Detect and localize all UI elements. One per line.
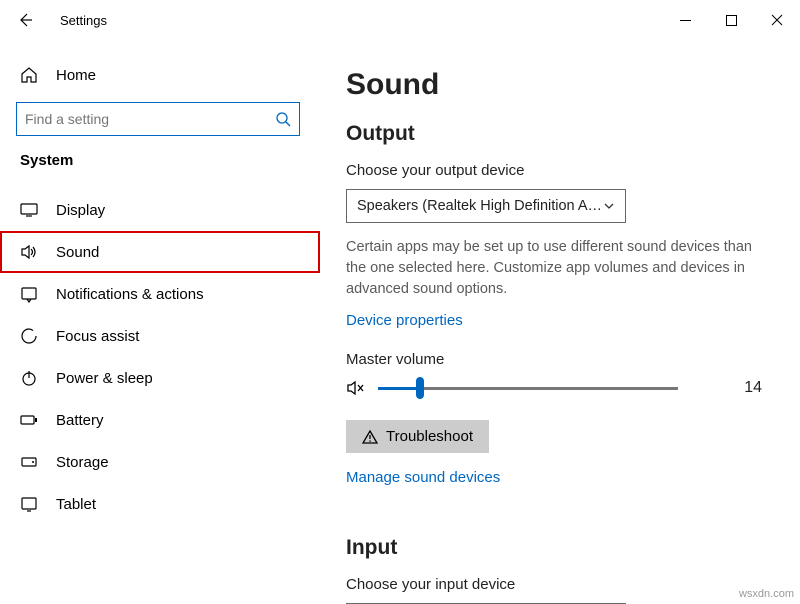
warning-icon xyxy=(362,429,378,445)
display-icon xyxy=(20,201,38,219)
close-icon xyxy=(771,14,783,26)
master-volume-label: Master volume xyxy=(346,351,762,368)
search-input[interactable] xyxy=(25,111,275,127)
page-title: Sound xyxy=(346,68,762,102)
home-icon xyxy=(20,66,38,84)
sidebar-item-label: Power & sleep xyxy=(56,370,153,387)
sidebar-item-storage[interactable]: Storage xyxy=(0,441,320,483)
home-label: Home xyxy=(56,67,96,84)
chevron-down-icon xyxy=(603,200,615,212)
sidebar-item-label: Notifications & actions xyxy=(56,286,204,303)
device-properties-link[interactable]: Device properties xyxy=(346,312,463,329)
home-link[interactable]: Home xyxy=(0,58,320,92)
sidebar-item-label: Storage xyxy=(56,454,109,471)
maximize-button[interactable] xyxy=(708,4,754,36)
nav-list: Display Sound Notifications & actions Fo… xyxy=(0,189,320,525)
output-heading: Output xyxy=(346,122,762,146)
master-volume-value: 14 xyxy=(722,379,762,397)
sidebar-item-label: Focus assist xyxy=(56,328,139,345)
back-button[interactable] xyxy=(14,9,36,31)
window-title: Settings xyxy=(60,13,107,28)
sidebar-item-label: Battery xyxy=(56,412,104,429)
notifications-icon xyxy=(20,285,38,303)
battery-icon xyxy=(20,411,38,429)
sidebar-item-power-sleep[interactable]: Power & sleep xyxy=(0,357,320,399)
minimize-icon xyxy=(680,15,691,26)
sound-icon xyxy=(20,243,38,261)
sidebar-item-label: Tablet xyxy=(56,496,96,513)
sidebar-item-tablet[interactable]: Tablet xyxy=(0,483,320,525)
maximize-icon xyxy=(726,15,737,26)
sidebar-item-label: Sound xyxy=(56,244,99,261)
output-device-select[interactable]: Speakers (Realtek High Definition A… xyxy=(346,189,626,223)
storage-icon xyxy=(20,453,38,471)
minimize-button[interactable] xyxy=(662,4,708,36)
manage-sound-devices-link[interactable]: Manage sound devices xyxy=(346,469,500,486)
sidebar-item-label: Display xyxy=(56,202,105,219)
sidebar-item-focus-assist[interactable]: Focus assist xyxy=(0,315,320,357)
sidebar: Home System Display Sound Notifications … xyxy=(0,40,320,604)
input-device-label: Choose your input device xyxy=(346,576,762,593)
sidebar-item-display[interactable]: Display xyxy=(0,189,320,231)
output-help-text: Certain apps may be set up to use differ… xyxy=(346,237,762,300)
arrow-left-icon xyxy=(17,12,33,28)
sidebar-item-battery[interactable]: Battery xyxy=(0,399,320,441)
sidebar-item-notifications[interactable]: Notifications & actions xyxy=(0,273,320,315)
slider-fill xyxy=(378,387,420,390)
title-bar: Settings xyxy=(0,0,800,40)
input-heading: Input xyxy=(346,536,762,560)
output-device-value: Speakers (Realtek High Definition A… xyxy=(357,198,603,214)
tablet-icon xyxy=(20,495,38,513)
troubleshoot-label: Troubleshoot xyxy=(386,428,473,445)
master-volume-slider[interactable] xyxy=(378,378,678,398)
watermark: wsxdn.com xyxy=(739,588,794,600)
power-icon xyxy=(20,369,38,387)
content-area: Sound Output Choose your output device S… xyxy=(320,40,800,604)
search-box[interactable] xyxy=(16,102,300,136)
close-button[interactable] xyxy=(754,4,800,36)
slider-thumb[interactable] xyxy=(416,377,424,399)
window-controls xyxy=(662,4,800,36)
troubleshoot-button[interactable]: Troubleshoot xyxy=(346,420,489,453)
volume-mute-icon[interactable] xyxy=(346,378,366,398)
search-icon xyxy=(275,111,291,127)
focus-assist-icon xyxy=(20,327,38,345)
category-heading: System xyxy=(0,152,320,179)
sidebar-item-sound[interactable]: Sound xyxy=(0,231,320,273)
output-device-label: Choose your output device xyxy=(346,162,762,179)
